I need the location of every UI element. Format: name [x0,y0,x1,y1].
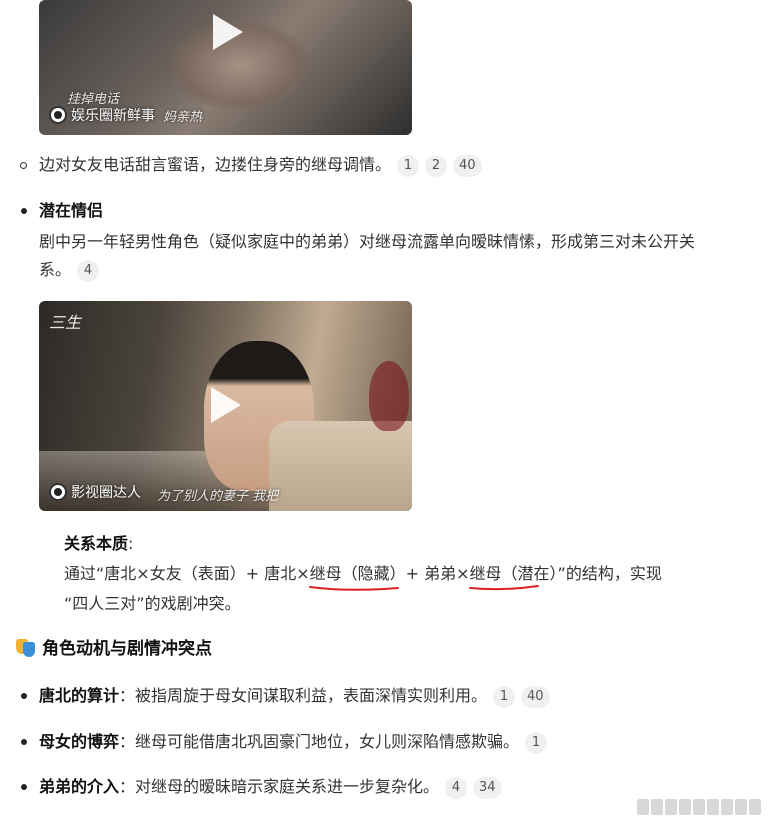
theater-masks-icon [16,638,36,658]
relation-text-line2: “四人三对”的戏剧冲突。 [64,594,241,613]
red-underline [468,585,539,591]
video-thumbnail-1[interactable]: 挂掉电话 妈亲热 娱乐圈新鲜事 [39,0,412,135]
citation-badge[interactable]: 40 [521,685,550,708]
citation-badge[interactable]: 1 [397,154,420,177]
citation-badge[interactable]: 1 [525,731,548,754]
section-heading: 角色动机与剧情冲突点 [16,636,212,662]
relation-text: 继母（潜在） [469,564,558,583]
channel-name: 影视圈达人 [71,485,141,501]
list-item: 唐北的算计：被指周旋于母女间谋取利益，表面深情实则利用。 1 40 [39,683,550,709]
list-item-text: ：继母可能借唐北巩固豪门地位，女儿则深陷情感欺骗。 [119,732,520,751]
relation-text-line1: 通过“唐北×女友（表面）+ 唐北×继母（隐藏） + 弟弟×继母（潜在） ”的结构，实… [64,561,662,591]
channel-tag: 娱乐圈新鲜事 [49,105,155,125]
relation-label-row: 关系本质: [64,531,133,557]
list-item-title: 母女的博弈 [39,732,120,751]
list-item-title: 唐北的算计 [39,686,120,705]
video-thumbnail-2[interactable]: 三生 影视圈达人 为了别人的妻子 我把 [39,301,412,511]
citation-badge[interactable]: 2 [425,154,448,177]
citation-badge[interactable]: 1 [493,685,516,708]
play-icon[interactable] [211,387,241,423]
bullet-icon [21,739,27,745]
citation-badge[interactable]: 40 [453,154,482,177]
underlined-text: 继母（隐藏） [308,564,406,591]
citation-badge[interactable]: 4 [445,776,468,799]
list-item: 边对女友电话甜言蜜语，边搂住身旁的继母调情。 1 2 40 [39,152,482,178]
relation-label: 关系本质 [64,534,129,553]
section-title: 潜在情侣 [39,201,104,220]
list-item-text: ：被指周旋于母女间谋取利益，表面深情实则利用。 [119,686,488,705]
red-underline [308,586,399,591]
channel-avatar-icon [49,483,67,501]
list-item-title: 弟弟的介入 [39,777,120,796]
bullet-icon [21,784,27,790]
video-caption: 为了别人的妻子 我把 [157,489,279,504]
watermark-icon [637,799,761,815]
relation-text: 继母（隐藏） [309,564,406,583]
citation-badge[interactable]: 34 [473,776,502,799]
section-text-line2: 系。 4 [39,257,100,283]
bullet-icon [20,162,27,169]
relation-text: 通过“唐北×女友（表面）+ 唐北× [64,564,310,583]
section-heading-title: 角色动机与剧情冲突点 [42,639,212,659]
section-text-line1: 剧中另一年轻男性角色（疑似家庭中的弟弟）对继母流露单向暧昧情愫，形成第三对未公开… [39,232,696,251]
play-icon[interactable] [213,14,243,50]
underlined-text: 继母（潜在） [468,564,558,591]
list-item-text: ：对继母的暧昧暗示家庭关系进一步复杂化。 [119,777,440,796]
video-caption-line2: 妈亲热 [163,110,203,125]
list-item: 弟弟的介入：对继母的暧昧暗示家庭关系进一步复杂化。 4 34 [39,774,502,800]
list-item: 母女的博弈：继母可能借唐北巩固豪门地位，女儿则深陷情感欺骗。 1 [39,729,548,755]
citation-badge[interactable]: 4 [77,259,100,282]
channel-tag: 影视圈达人 [49,482,141,502]
relation-colon: : [128,534,134,553]
relation-text: ”的结构，实现 [557,564,662,583]
channel-name: 娱乐圈新鲜事 [71,108,155,124]
bullet-icon [21,693,27,699]
video-logo: 三生 [49,313,82,332]
relation-text: + 弟弟× [405,564,470,583]
list-item-text: 边对女友电话甜言蜜语，边搂住身旁的继母调情。 [39,155,392,174]
bullet-icon [21,208,27,214]
section-text: 系。 [39,260,72,279]
channel-avatar-icon [49,106,67,124]
